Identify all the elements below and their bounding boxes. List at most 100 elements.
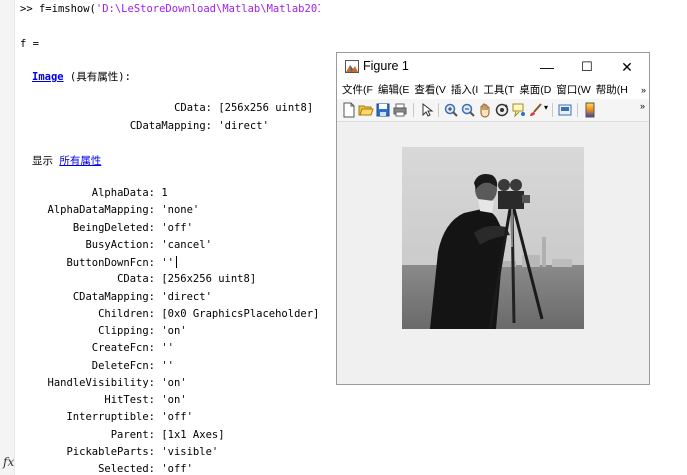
property-name: AlphaData:	[91, 187, 155, 199]
property-name: HitTest:	[104, 394, 155, 406]
property-row: Selected: 'off'	[20, 463, 193, 475]
print-icon[interactable]	[392, 102, 408, 118]
property-name: CDataMapping:	[129, 120, 212, 132]
link-plot-icon[interactable]	[557, 102, 573, 118]
command-line: >> f=imshow('D:\LeStoreDownload\Matlab\M…	[20, 3, 320, 15]
colorbar-icon[interactable]	[582, 102, 598, 118]
property-row: AlphaDataMapping: 'none'	[20, 204, 200, 217]
property-row: Children: [0x0 GraphicsPlaceholder]	[20, 308, 319, 320]
toolbar-separator	[413, 103, 414, 117]
property-value: 1	[161, 187, 168, 199]
menu-tools[interactable]: 工具(T	[478, 81, 514, 99]
zoom-in-icon[interactable]	[443, 102, 459, 118]
figure-title: Figure 1	[363, 59, 409, 73]
property-name: CDataMapping:	[72, 290, 155, 303]
toolbar-separator	[577, 103, 578, 117]
property-name: BeingDeleted:	[72, 221, 155, 234]
property-value: 'off'	[161, 411, 193, 424]
toolbar-overflow-button[interactable]: »	[640, 101, 645, 111]
show-label: 显示	[32, 155, 53, 167]
property-value: [1x1 Axes]	[161, 428, 225, 441]
property-row: AlphaData: 1	[20, 187, 168, 199]
figure-toolbar: ▾ »	[337, 99, 649, 122]
property-value: [256x256 uint8]	[218, 102, 314, 114]
maximize-button[interactable]: ☐	[567, 55, 607, 79]
menu-window[interactable]: 窗口(W	[551, 81, 590, 99]
property-row: CDataMapping: 'direct'	[20, 291, 212, 303]
var-line: f =	[20, 38, 39, 50]
property-name: AlphaDataMapping:	[47, 204, 155, 217]
property-value: 'none'	[161, 204, 200, 217]
brush-dropdown-icon[interactable]: ▾	[544, 103, 548, 112]
property-value: 'on'	[161, 376, 187, 389]
property-name: Interruptible:	[66, 411, 155, 424]
property-name: DeleteFcn:	[91, 359, 155, 372]
menu-help[interactable]: 帮助(H	[591, 81, 628, 99]
close-button[interactable]: ✕	[607, 55, 647, 79]
menu-file[interactable]: 文件(F	[337, 81, 373, 99]
rotate-icon[interactable]	[494, 102, 510, 118]
property-row: DeleteFcn: ''	[20, 360, 174, 372]
menu-edit[interactable]: 编辑(E	[373, 81, 410, 99]
command-text: f=imshow(	[38, 3, 96, 15]
property-name: HandleVisibility:	[47, 376, 155, 389]
property-value: ''	[161, 359, 174, 372]
cameraman-image[interactable]	[402, 147, 584, 329]
property-name: Selected:	[98, 463, 155, 475]
fx-icon[interactable]: fx	[3, 455, 14, 469]
open-file-icon[interactable]	[358, 102, 374, 118]
property-value: 'direct'	[161, 290, 212, 303]
property-value: 'off'	[161, 221, 193, 234]
property-value: 'on'	[161, 325, 187, 337]
text-cursor	[175, 256, 177, 268]
property-value: [256x256 uint8]	[161, 273, 257, 286]
figure-titlebar[interactable]: Figure 1 — ☐ ✕	[337, 53, 649, 81]
menu-overflow-button[interactable]: »	[636, 81, 646, 99]
summary-row: CDataMapping: 'direct'	[20, 120, 269, 132]
prompt: >>	[20, 3, 33, 15]
property-row: HandleVisibility: 'on'	[20, 377, 187, 389]
property-value: 'cancel'	[161, 238, 212, 251]
left-gutter	[0, 0, 15, 475]
pan-icon[interactable]	[477, 102, 493, 118]
property-row: CreateFcn: ''	[20, 342, 174, 354]
all-properties-link[interactable]: 所有属性	[59, 155, 101, 167]
property-name: ButtonDownFcn:	[66, 257, 155, 269]
property-name: CData:	[117, 273, 155, 286]
property-row: HitTest: 'on'	[20, 394, 187, 406]
matlab-logo-icon	[345, 60, 359, 73]
command-string: 'D:\LeStoreDownload\Matlab\Matlab2016\wc	[95, 3, 320, 15]
property-row: Clipping: 'on'	[20, 325, 187, 337]
property-value: 'direct'	[218, 120, 269, 132]
toolbar-separator	[438, 103, 439, 117]
brush-icon[interactable]	[528, 102, 544, 118]
menu-view[interactable]: 查看(V	[409, 81, 446, 99]
image-class-link[interactable]: Image	[32, 71, 64, 83]
property-value: ''	[161, 257, 174, 269]
zoom-out-icon[interactable]	[460, 102, 476, 118]
property-value: ''	[161, 342, 174, 355]
property-row: PickableParts: 'visible'	[20, 446, 218, 458]
property-value: [0x0 GraphicsPlaceholder]	[161, 307, 320, 320]
property-value: 'on'	[161, 394, 187, 406]
property-row: ButtonDownFcn: ''	[20, 256, 177, 269]
pointer-icon[interactable]	[419, 102, 435, 118]
toolbar-separator	[552, 103, 553, 117]
property-row: Interruptible: 'off'	[20, 411, 193, 424]
property-row: CData: [256x256 uint8]	[20, 273, 256, 285]
summary-row: CData: [256x256 uint8]	[20, 102, 313, 114]
menu-insert[interactable]: 插入(I	[446, 81, 478, 99]
data-cursor-icon[interactable]	[511, 102, 527, 118]
image-note: (具有属性):	[63, 71, 131, 83]
minimize-button[interactable]: —	[527, 55, 567, 79]
property-name: Children:	[98, 307, 155, 320]
figure-canvas[interactable]	[337, 122, 649, 384]
property-name: Clipping:	[98, 325, 155, 337]
property-name: BusyAction:	[85, 238, 155, 251]
property-row: BusyAction: 'cancel'	[20, 238, 212, 251]
save-icon[interactable]	[375, 102, 391, 118]
new-figure-icon[interactable]	[341, 102, 357, 118]
show-all-line: 显示 所有属性	[32, 153, 101, 168]
figure-window[interactable]: Figure 1 — ☐ ✕ 文件(F 编辑(E 查看(V 插入(I 工具(T 桌面(D 窗…	[336, 52, 650, 385]
menu-desktop[interactable]: 桌面(D	[514, 81, 551, 99]
